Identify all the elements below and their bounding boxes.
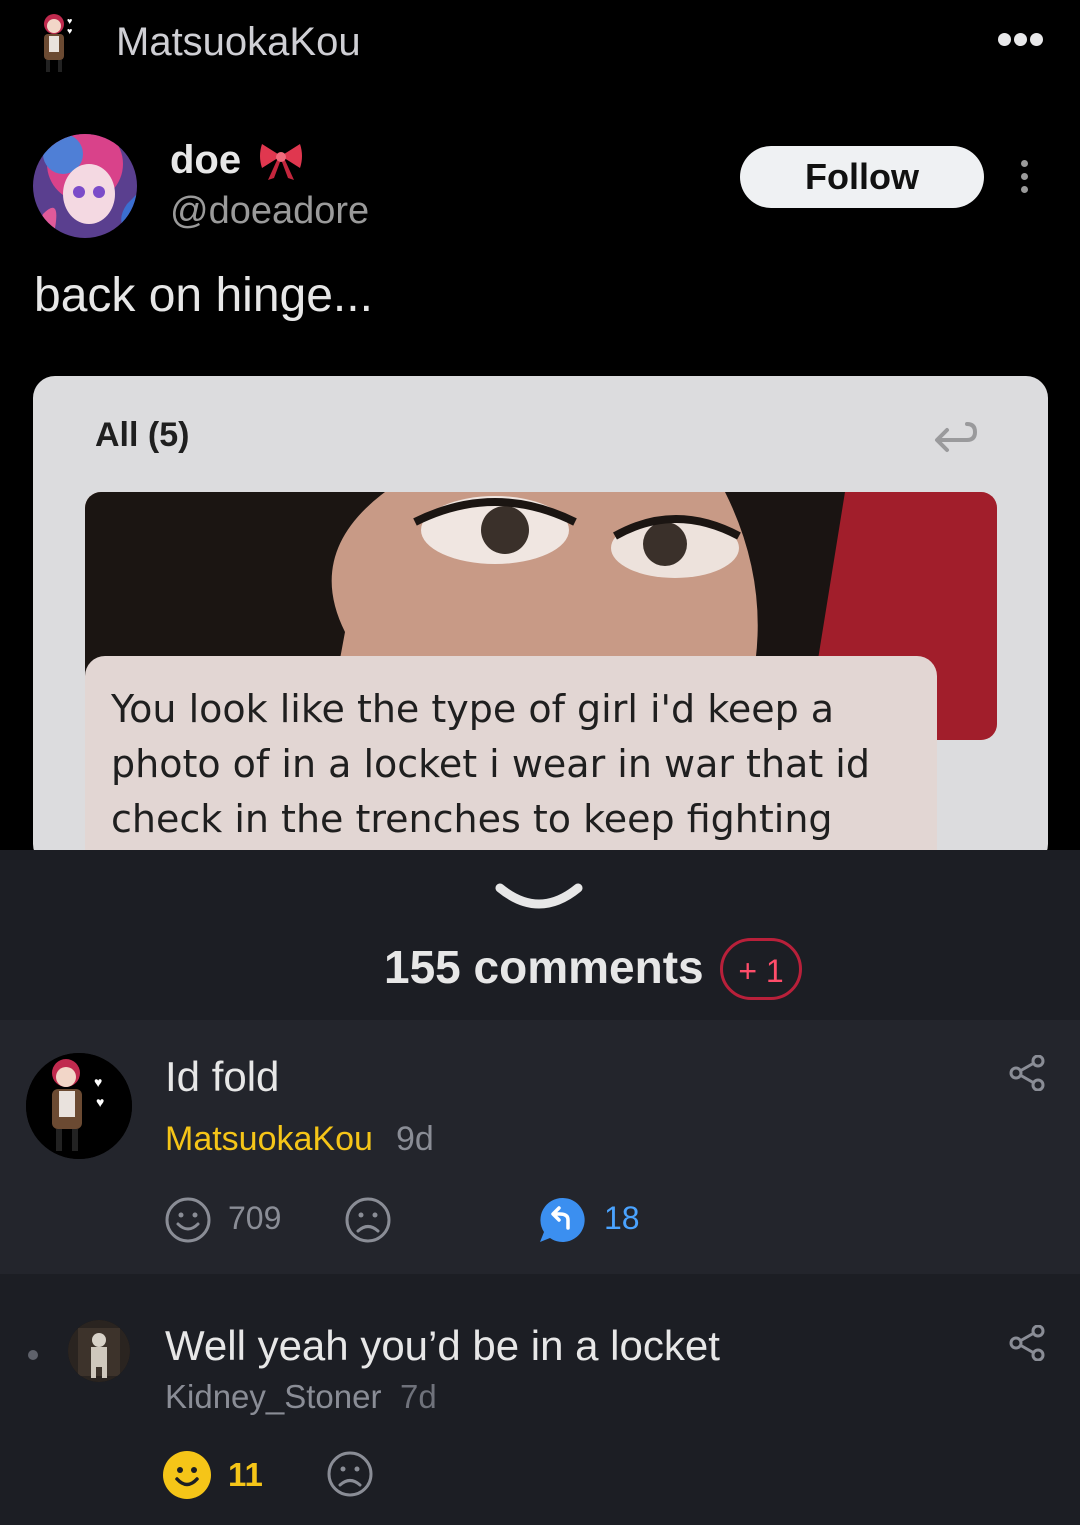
chevron-down-icon[interactable] (494, 880, 584, 914)
reply-count[interactable]: 18 (604, 1200, 640, 1237)
comment-author[interactable]: MatsuokaKou (165, 1120, 373, 1159)
upvote-smile-icon-active[interactable] (162, 1450, 212, 1500)
comment-count: 155 comments (384, 941, 704, 993)
ribbon-icon (258, 140, 304, 182)
tweet-handle: @doeadore (170, 190, 370, 232)
share-icon[interactable] (1008, 1054, 1046, 1092)
more-options-icon[interactable] (998, 33, 1046, 51)
upvote-smile-icon[interactable] (164, 1196, 212, 1244)
downvote-frown-icon[interactable] (344, 1196, 392, 1244)
upvote-count: 11 (228, 1456, 263, 1493)
undo-icon (931, 418, 977, 456)
poster-username[interactable]: MatsuokaKou (116, 20, 361, 65)
replies-icon[interactable] (538, 1196, 588, 1244)
svg-text:♥: ♥ (96, 1094, 104, 1110)
avatar[interactable]: ♥ ♥ (26, 1053, 132, 1159)
hinge-card: All (5) You look like the type of girl i… (33, 376, 1048, 866)
comment-text: Id fold (165, 1053, 280, 1100)
tweet-avatar (33, 134, 137, 238)
upvote-count: 709 (228, 1200, 282, 1236)
poster-avatar[interactable]: ♥ ♥ (36, 10, 76, 74)
svg-text:♥: ♥ (67, 26, 72, 36)
tweet-text: back on hinge... (34, 269, 373, 322)
comment-age: 7d (400, 1378, 437, 1415)
share-icon[interactable] (1008, 1324, 1046, 1362)
downvote-frown-icon[interactable] (326, 1450, 374, 1498)
filter-label: All (5) (95, 416, 190, 454)
comment-age: 9d (396, 1120, 434, 1158)
svg-text:♥: ♥ (94, 1074, 102, 1090)
new-comments-badge[interactable]: + 1 (720, 938, 802, 1000)
prompt-text: You look like the type of girl i'd keep … (111, 687, 870, 841)
comment-text: Well yeah you’d be in a locket (165, 1322, 720, 1369)
svg-text:♥: ♥ (67, 16, 72, 26)
tweet-menu-icon (1016, 160, 1032, 196)
tweet-display-name: doe (170, 138, 242, 182)
follow-button: Follow (740, 146, 984, 208)
avatar[interactable] (68, 1320, 130, 1382)
thread-bullet (28, 1350, 38, 1360)
comment-author[interactable]: Kidney_Stoner (165, 1378, 381, 1416)
comments-header (0, 850, 1080, 1020)
